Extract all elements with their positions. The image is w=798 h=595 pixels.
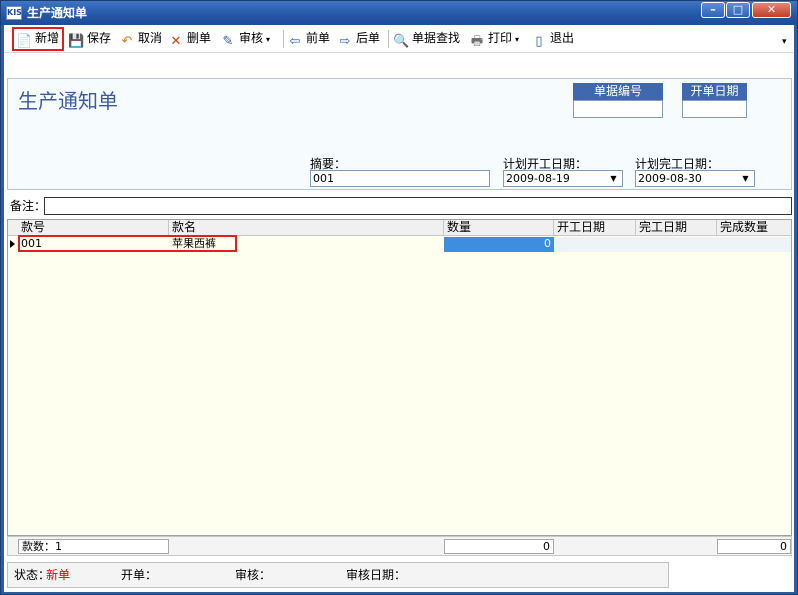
item-count-value: 1 [55,540,62,553]
plan-start-select[interactable]: 2009-08-19 ▼ [503,170,623,187]
col-header-name[interactable]: 款名 [169,220,444,236]
next-doc-label: 后单 [356,31,381,45]
toolbar-overflow-icon[interactable]: ▾ [782,33,787,53]
exit-button[interactable]: ▯ 退出 [531,29,574,49]
minimize-button[interactable]: – [701,2,725,18]
header-panel: 生产通知单 单据编号 开单日期 摘要： 001 计划开工日期： 2009-08-… [7,78,792,190]
client-area: 📄新增 💾保存 ↶取消 ✕删单 ✎审核▾ ⇦前单 ⇨后单 � [4,25,794,592]
audit-date-label: 审核日期： [346,568,407,582]
save-button-label: 保存 [87,31,112,45]
exit-label: 退出 [550,31,575,45]
audit-icon: ✎ [222,34,234,49]
cell-start[interactable] [554,237,636,252]
summary-label: 摘要： [310,157,347,171]
printer-icon: 🖶 [470,34,484,49]
opener-label: 开单： [121,568,158,582]
audit-button[interactable]: ✎ 审核 ▾ [220,29,270,49]
open-date-field[interactable] [682,100,747,118]
plan-end-label: 计划完工日期： [635,157,720,171]
save-button[interactable]: 💾 保存 [68,29,111,49]
form-title: 生产通知单 [18,89,118,113]
audit-button-label: 审核 [239,31,264,45]
toolbar-separator [388,30,389,48]
close-button[interactable]: ✕ [752,2,791,18]
chevron-down-icon[interactable]: ▼ [738,172,753,185]
prev-arrow-icon: ⇦ [289,34,301,49]
item-count-cell: 款数：1 [18,539,169,554]
delete-button-label: 删单 [187,31,212,45]
kis-app-icon: KIS [6,6,22,20]
chevron-down-icon[interactable]: ▼ [606,172,621,185]
detail-grid: 款号 款名 数量 开工日期 完工日期 完成数量 001 苹果西裤 0 [7,219,792,536]
next-doc-button[interactable]: ⇨ 后单 [337,29,380,49]
toolbar-separator [283,30,284,48]
summary-input[interactable]: 001 [310,170,490,187]
toolbar: 📄新增 💾保存 ↶取消 ✕删单 ✎审核▾ ⇦前单 ⇨后单 � [4,25,794,53]
cell-qty[interactable]: 0 [444,237,554,252]
delete-icon: ✕ [170,34,182,49]
qty-total: 0 [444,539,554,554]
col-header-qty[interactable]: 数量 [444,220,554,236]
find-doc-label: 单据查找 [412,31,461,45]
doc-no-field[interactable] [573,100,663,118]
remark-label: 备注： [10,199,47,213]
col-header-done[interactable]: 完成数量 [717,220,791,236]
state-label: 状态： [14,568,51,582]
remark-row: 备注： [7,196,792,216]
print-dropdown-icon[interactable]: ▾ [515,35,519,44]
state-value: 新单 [46,568,71,582]
search-icon: 🔍 [393,34,410,49]
col-header-code[interactable]: 款号 [18,220,169,236]
grid-footer: 款数：1 0 0 [7,536,792,556]
plan-end-select[interactable]: 2009-08-30 ▼ [635,170,755,187]
prev-doc-label: 前单 [306,31,331,45]
next-arrow-icon: ⇨ [339,34,351,49]
col-header-start[interactable]: 开工日期 [554,220,636,236]
title-bar[interactable]: KIS 生产通知单 – □ ✕ [1,1,797,25]
cancel-button[interactable]: ↶ 取消 [119,29,162,49]
prev-doc-button[interactable]: ⇦ 前单 [287,29,330,49]
print-button[interactable]: 🖶 打印 ▾ [469,29,519,49]
doc-no-label: 单据编号 [573,83,663,101]
plan-start-value: 2009-08-19 [506,172,570,185]
open-date-label: 开单日期 [682,83,747,101]
delete-button[interactable]: ✕ 删单 [168,29,211,49]
find-doc-button[interactable]: 🔍 单据查找 [393,29,460,49]
row-indicator-icon [10,240,15,248]
app-window: KIS 生产通知单 – □ ✕ 📄 新增 💾 保存 ↶ 取消 ✕ 删单 ✎ 审核 ▾ ⇦ [0,0,798,595]
window-title: 生产通知单 [27,6,88,20]
status-bar: 状态： 新单 开单： 审核： 审核日期： [7,562,669,588]
cell-end[interactable] [636,237,717,252]
cell-done[interactable] [717,237,791,252]
audit-dropdown-icon[interactable]: ▾ [266,35,270,44]
done-total: 0 [717,539,791,554]
save-icon: 💾 [68,34,85,49]
summary-value: 001 [313,172,334,185]
cancel-icon: ↶ [121,34,133,49]
plan-start-label: 计划开工日期： [503,157,588,171]
cancel-button-label: 取消 [138,31,163,45]
row-highlight [18,235,237,252]
print-label: 打印 [488,31,513,45]
remark-input[interactable] [44,197,792,215]
grid-header: 款号 款名 数量 开工日期 完工日期 完成数量 [8,220,791,236]
item-count-label: 款数： [22,540,55,553]
col-header-end[interactable]: 完工日期 [636,220,717,236]
maximize-button[interactable]: □ [726,2,750,18]
auditor-label: 审核： [235,568,272,582]
plan-end-value: 2009-08-30 [638,172,702,185]
new-button-highlight [12,27,64,51]
exit-icon: ▯ [535,34,543,49]
